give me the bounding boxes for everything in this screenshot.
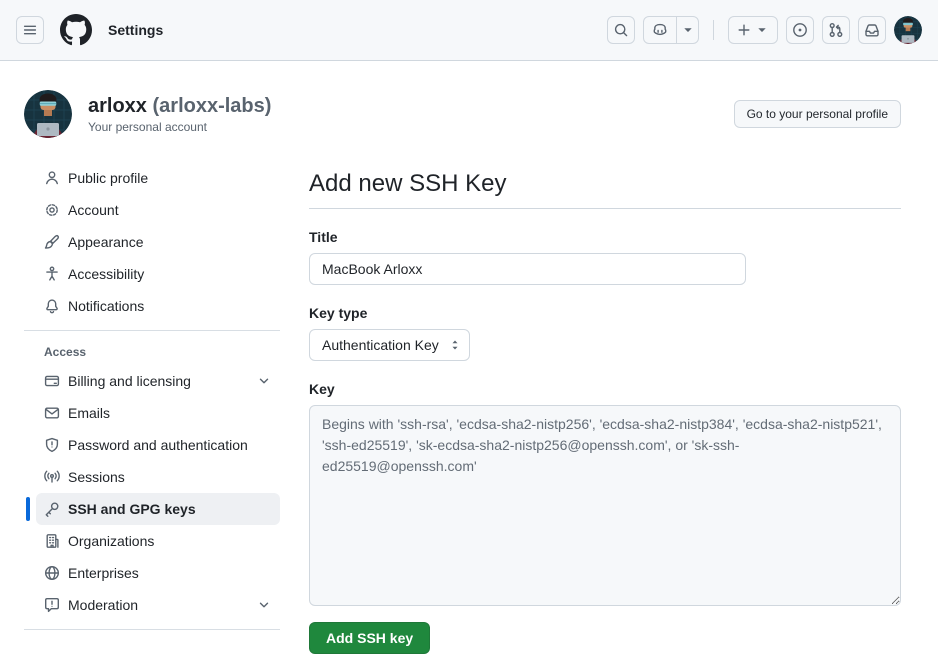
sidebar-item-password-and-authentication[interactable]: Password and authentication xyxy=(36,429,280,461)
chevron-down-icon xyxy=(256,597,272,613)
chevron-down-icon xyxy=(680,22,696,38)
plus-icon xyxy=(736,22,752,38)
profile-subtitle: Your personal account xyxy=(88,120,271,134)
settings-page: arloxx (arloxx-labs) Your personal accou… xyxy=(0,61,938,654)
sidebar-item-label: Account xyxy=(68,202,119,218)
go-to-profile-button[interactable]: Go to your personal profile xyxy=(734,100,901,128)
sidebar-item-enterprises[interactable]: Enterprises xyxy=(36,557,280,589)
sidebar-item-label: Accessibility xyxy=(68,266,144,282)
key-label: Key xyxy=(309,381,901,397)
sidebar-item-billing-and-licensing[interactable]: Billing and licensing xyxy=(36,365,280,397)
sidebar-section-access: Access xyxy=(24,339,280,365)
key-type-select[interactable]: Authentication Key xyxy=(309,329,470,361)
report-icon xyxy=(44,597,60,613)
ssh-title-input[interactable] xyxy=(309,253,746,285)
organization-icon xyxy=(44,533,60,549)
sidebar-item-label: Moderation xyxy=(68,597,138,613)
sidebar-divider xyxy=(24,330,280,331)
person-icon xyxy=(44,170,60,186)
sidebar-item-label: Organizations xyxy=(68,533,154,549)
profile-org: (arloxx-labs) xyxy=(153,95,272,117)
chevron-down-icon xyxy=(256,373,272,389)
copilot-icon xyxy=(652,22,668,38)
sidebar-item-notifications[interactable]: Notifications xyxy=(36,290,280,322)
broadcast-icon xyxy=(44,469,60,485)
user-avatar[interactable] xyxy=(894,16,922,44)
sidebar-item-moderation[interactable]: Moderation xyxy=(36,589,280,621)
sidebar-item-emails[interactable]: Emails xyxy=(36,397,280,429)
paintbrush-icon xyxy=(44,234,60,250)
profile-name: arloxx (arloxx-labs) xyxy=(88,94,271,118)
sidebar-item-label: Public profile xyxy=(68,170,148,186)
ssh-key-textarea[interactable] xyxy=(309,405,901,606)
sidebar-divider xyxy=(24,629,280,630)
sidebar-item-label: Emails xyxy=(68,405,110,421)
sidebar-item-public-profile[interactable]: Public profile xyxy=(36,162,280,194)
sidebar-item-account[interactable]: Account xyxy=(36,194,280,226)
sidebar-item-appearance[interactable]: Appearance xyxy=(36,226,280,258)
copilot-split-button xyxy=(643,16,699,44)
settings-sidebar: Public profile Account Appearance Accessibi… xyxy=(24,154,280,638)
issue-opened-icon xyxy=(792,22,808,38)
page-title: Add new SSH Key xyxy=(309,168,901,209)
sidebar-item-label: Appearance xyxy=(68,234,144,250)
accessibility-icon xyxy=(44,266,60,282)
issues-button[interactable] xyxy=(786,16,814,44)
sidebar-item-label: Billing and licensing xyxy=(68,373,191,389)
shield-icon xyxy=(44,437,60,453)
copilot-menu-caret[interactable] xyxy=(676,17,698,43)
credit-card-icon xyxy=(44,373,60,389)
sidebar-item-ssh-and-gpg-keys[interactable]: SSH and GPG keys xyxy=(36,493,280,525)
hamburger-menu-button[interactable] xyxy=(16,16,44,44)
sidebar-item-label: SSH and GPG keys xyxy=(68,501,196,517)
copilot-button[interactable] xyxy=(644,17,676,43)
inbox-icon xyxy=(864,22,880,38)
sidebar-item-label: Enterprises xyxy=(68,565,139,581)
profile-identity: arloxx (arloxx-labs) Your personal accou… xyxy=(88,94,271,134)
add-ssh-key-button[interactable]: Add SSH key xyxy=(309,622,430,654)
key-type-select-wrap: Authentication Key xyxy=(309,329,470,361)
app-header: Settings xyxy=(0,0,938,61)
chevron-down-icon xyxy=(754,22,770,38)
sidebar-access-list: Billing and licensing Emails Password and … xyxy=(24,365,280,621)
header-context-title: Settings xyxy=(108,22,163,38)
sidebar-item-label: Password and authentication xyxy=(68,437,248,453)
sidebar-item-accessibility[interactable]: Accessibility xyxy=(36,258,280,290)
key-type-label: Key type xyxy=(309,305,901,321)
globe-icon xyxy=(44,565,60,581)
sidebar-item-sessions[interactable]: Sessions xyxy=(36,461,280,493)
sidebar-item-organizations[interactable]: Organizations xyxy=(36,525,280,557)
hamburger-icon xyxy=(22,22,38,38)
main-panel: Add new SSH Key Title Key type Authentic… xyxy=(309,154,901,654)
gear-icon xyxy=(44,202,60,218)
profile-header: arloxx (arloxx-labs) Your personal accou… xyxy=(24,61,901,154)
title-label: Title xyxy=(309,229,901,245)
search-icon xyxy=(613,22,629,38)
sidebar-item-label: Notifications xyxy=(68,298,144,314)
profile-avatar[interactable] xyxy=(24,90,72,138)
header-divider xyxy=(713,20,714,40)
search-button[interactable] xyxy=(607,16,635,44)
mail-icon xyxy=(44,405,60,421)
pull-request-icon xyxy=(828,22,844,38)
github-logo-icon[interactable] xyxy=(60,14,92,46)
create-new-button[interactable] xyxy=(728,16,778,44)
key-icon xyxy=(44,501,60,517)
bell-icon xyxy=(44,298,60,314)
pull-requests-button[interactable] xyxy=(822,16,850,44)
sidebar-item-label: Sessions xyxy=(68,469,125,485)
header-actions xyxy=(607,16,922,44)
inbox-button[interactable] xyxy=(858,16,886,44)
sidebar-top-list: Public profile Account Appearance Accessibi… xyxy=(24,162,280,322)
